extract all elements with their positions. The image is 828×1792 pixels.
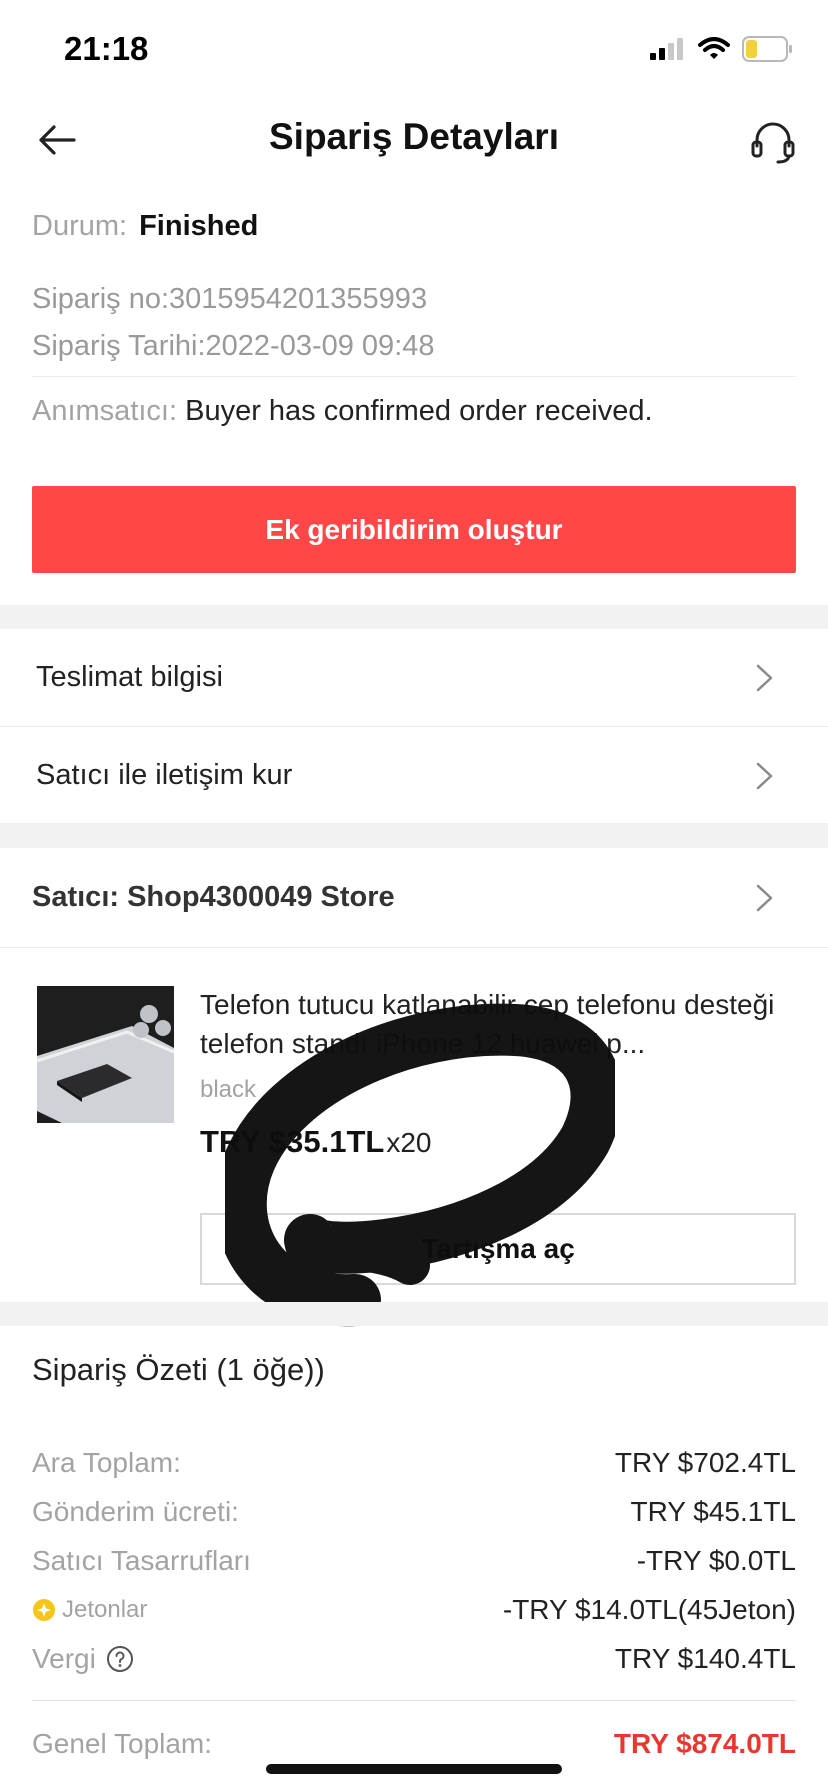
open-dispute-button[interactable]: Tartışma aç bbox=[200, 1213, 796, 1285]
delivery-info-label: Teslimat bilgisi bbox=[36, 660, 223, 693]
home-indicator bbox=[266, 1764, 562, 1774]
seller-savings-value: -TRY $0.0TL bbox=[636, 1545, 796, 1576]
wifi-icon bbox=[698, 37, 730, 59]
subtotal-row: Ara Toplam: TRY $702.4TL bbox=[32, 1440, 796, 1486]
seller-savings-label: Satıcı Tasarrufları bbox=[32, 1545, 251, 1576]
divider bbox=[32, 1700, 796, 1701]
chevron-right-icon bbox=[756, 884, 773, 912]
status-bar: 21:18 bbox=[0, 0, 828, 96]
section-gap bbox=[0, 823, 828, 848]
tax-label: Vergi bbox=[32, 1643, 96, 1674]
tax-label-wrap: Vergi bbox=[32, 1643, 134, 1675]
grand-total-row: Genel Toplam: TRY $874.0TL bbox=[32, 1721, 796, 1767]
signal-icon bbox=[650, 38, 683, 60]
grand-total-label: Genel Toplam: bbox=[32, 1728, 213, 1759]
reminder-value: Buyer has confirmed order received. bbox=[185, 395, 653, 427]
shipping-row: Gönderim ücreti: TRY $45.1TL bbox=[32, 1489, 796, 1535]
reminder-label: Anımsatıcı: bbox=[32, 395, 178, 427]
coins-row: Jetonlar -TRY $14.0TL(45Jeton) bbox=[32, 1587, 796, 1633]
shipping-value: TRY $45.1TL bbox=[630, 1496, 796, 1527]
contact-seller-row[interactable]: Satıcı ile iletişim kur bbox=[0, 727, 828, 823]
battery-icon bbox=[742, 36, 792, 62]
page-title: Sipariş Detayları bbox=[269, 116, 559, 157]
seller-name: Satıcı: Shop4300049 Store bbox=[32, 880, 395, 913]
help-icon[interactable] bbox=[106, 1645, 134, 1673]
status-value: Finished bbox=[139, 210, 259, 242]
product-title[interactable]: Telefon tutucu katlanabilir cep telefonu… bbox=[200, 985, 790, 1063]
status-label: Durum: bbox=[32, 210, 128, 242]
subtotal-value: TRY $702.4TL bbox=[614, 1447, 796, 1478]
nav-bar: Sipariş Detayları bbox=[0, 96, 828, 188]
chevron-right-icon bbox=[756, 664, 773, 692]
subtotal-label: Ara Toplam: bbox=[32, 1447, 181, 1478]
contact-seller-label: Satıcı ile iletişim kur bbox=[36, 758, 293, 791]
product-price-row: TRY $35.1TL x20 bbox=[200, 1124, 432, 1160]
headset-icon[interactable] bbox=[748, 116, 798, 166]
additional-feedback-button[interactable]: Ek geribildirim oluştur bbox=[32, 486, 796, 573]
reminder-row: Anımsatıcı: Buyer has confirmed order re… bbox=[32, 381, 796, 441]
seller-savings-row: Satıcı Tasarrufları -TRY $0.0TL bbox=[32, 1538, 796, 1584]
product-variant: black bbox=[200, 1076, 257, 1103]
order-info: Durum: Finished Sipariş no:3015954201355… bbox=[32, 210, 796, 441]
section-gap bbox=[0, 1302, 828, 1326]
section-gap bbox=[0, 605, 828, 629]
coins-label: Jetonlar bbox=[62, 1596, 148, 1623]
divider bbox=[32, 376, 796, 377]
chevron-right-icon bbox=[756, 762, 773, 790]
seller-row[interactable]: Satıcı: Shop4300049 Store bbox=[0, 848, 828, 946]
summary-title: Sipariş Özeti (1 öğe)) bbox=[32, 1352, 325, 1387]
divider bbox=[0, 947, 828, 948]
order-number: Sipariş no:3015954201355993 bbox=[32, 283, 428, 315]
order-status-row: Durum: Finished bbox=[32, 210, 796, 262]
product-quantity: x20 bbox=[386, 1127, 432, 1158]
status-time: 21:18 bbox=[64, 30, 149, 67]
coins-value: -TRY $14.0TL(45Jeton) bbox=[502, 1594, 796, 1625]
grand-total-value: TRY $874.0TL bbox=[613, 1728, 796, 1759]
status-icons bbox=[650, 36, 794, 62]
delivery-info-row[interactable]: Teslimat bilgisi bbox=[0, 629, 828, 725]
tax-value: TRY $140.4TL bbox=[614, 1643, 796, 1674]
coin-icon bbox=[33, 1599, 55, 1621]
product-image[interactable] bbox=[37, 986, 174, 1123]
product-price: TRY $35.1TL bbox=[200, 1124, 385, 1159]
coins-label-wrap: Jetonlar bbox=[32, 1596, 147, 1624]
shipping-label: Gönderim ücreti: bbox=[32, 1496, 239, 1527]
order-date: Sipariş Tarihi:2022-03-09 09:48 bbox=[32, 330, 435, 362]
tax-row: Vergi TRY $140.4TL bbox=[32, 1636, 796, 1682]
